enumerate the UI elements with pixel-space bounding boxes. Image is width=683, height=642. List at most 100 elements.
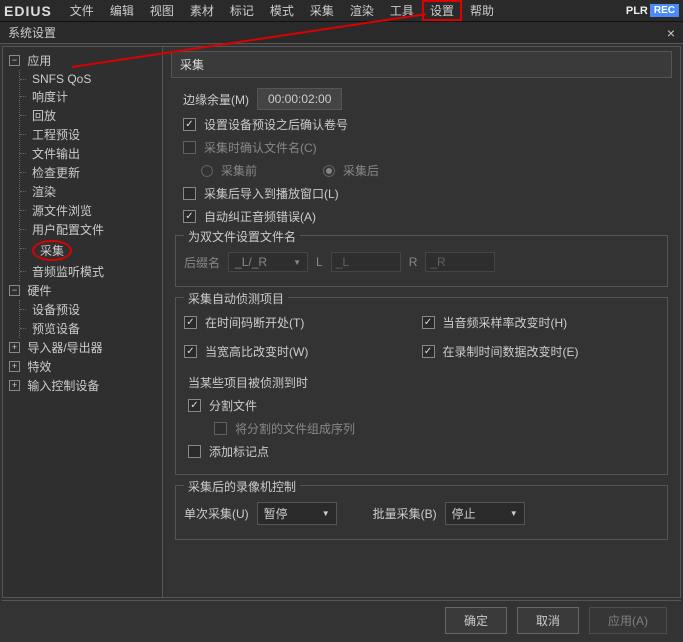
settings-panel: 采集 边缘余量(M) 00:00:02:00 设置设备预设之后确认卷号 采集时确… bbox=[163, 47, 680, 597]
batch-label: 批量采集(B) bbox=[373, 505, 437, 522]
suffix-dropdown[interactable]: _L/_R ▼ bbox=[228, 252, 308, 272]
menu-file[interactable]: 文件 bbox=[62, 0, 102, 21]
chk-rec-data[interactable] bbox=[422, 345, 435, 358]
batch-dropdown[interactable]: 停止 ▼ bbox=[445, 502, 525, 525]
tree-loudness[interactable]: 响度计 bbox=[28, 87, 160, 106]
when-detect-label: 当某些项目被侦测到时 bbox=[188, 374, 308, 391]
plr-indicator: PLR REC bbox=[626, 4, 679, 17]
confirm-fname-row: 采集时确认文件名(C) bbox=[183, 139, 672, 156]
chk-confirm-reel-label: 设置设备预设之后确认卷号 bbox=[204, 116, 348, 133]
radio-before-label: 采集前 bbox=[221, 162, 257, 179]
margin-label: 边缘余量(M) bbox=[183, 91, 249, 108]
chk-auto-audio-label: 自动纠正音频错误(A) bbox=[204, 208, 316, 225]
confirm-reel-row: 设置设备预设之后确认卷号 bbox=[183, 116, 672, 133]
rec-badge: REC bbox=[650, 4, 679, 17]
radio-before[interactable] bbox=[201, 165, 213, 177]
tree-project-preset[interactable]: 工程预设 bbox=[28, 125, 160, 144]
tree-snfs[interactable]: SNFS QoS bbox=[28, 70, 160, 87]
menu-capture[interactable]: 采集 bbox=[302, 0, 342, 21]
chk-import-play[interactable] bbox=[183, 187, 196, 200]
chk-confirm-fname-label: 采集时确认文件名(C) bbox=[204, 139, 317, 156]
radio-after-label: 采集后 bbox=[343, 162, 379, 179]
R-label: R bbox=[409, 255, 418, 269]
tree-preview-device[interactable]: 预览设备 bbox=[28, 319, 160, 338]
expand-icon[interactable]: + bbox=[9, 361, 20, 372]
tree-input-device[interactable]: + 输入控制设备 bbox=[5, 376, 160, 395]
chk-aspect[interactable] bbox=[184, 345, 197, 358]
menu-help[interactable]: 帮助 bbox=[462, 0, 502, 21]
chevron-down-icon: ▼ bbox=[510, 509, 518, 518]
single-dropdown[interactable]: 暂停 ▼ bbox=[257, 502, 337, 525]
expand-icon[interactable]: + bbox=[9, 380, 20, 391]
radio-after[interactable] bbox=[323, 165, 335, 177]
radio-row: 采集前 采集后 bbox=[201, 162, 672, 179]
app-brand: EDIUS bbox=[4, 3, 52, 19]
ok-button[interactable]: 确定 bbox=[445, 607, 507, 634]
tree-hw-children: 设备预设 预览设备 bbox=[19, 300, 160, 338]
suffix-label: 后缀名 bbox=[184, 254, 220, 271]
apply-button[interactable]: 应用(A) bbox=[589, 607, 667, 634]
suffix-row: 后缀名 _L/_R ▼ L _L R _R bbox=[184, 252, 659, 272]
vcr-label: 采集后的录像机控制 bbox=[184, 478, 300, 495]
detect-label: 采集自动侦测项目 bbox=[184, 290, 288, 307]
menu-edit[interactable]: 编辑 bbox=[102, 0, 142, 21]
dialog-footer: 确定 取消 应用(A) bbox=[2, 600, 681, 640]
L-field[interactable]: _L bbox=[331, 252, 401, 272]
vcr-group: 采集后的录像机控制 单次采集(U) 暂停 ▼ 批量采集(B) 停止 ▼ bbox=[175, 485, 668, 540]
margin-row: 边缘余量(M) 00:00:02:00 bbox=[183, 88, 672, 110]
dual-file-group: 为双文件设置文件名 后缀名 _L/_R ▼ L _L R _R bbox=[175, 235, 668, 287]
menu-settings[interactable]: 设置 bbox=[422, 0, 462, 21]
chk-sample[interactable] bbox=[422, 316, 435, 329]
tree-render[interactable]: 渲染 bbox=[28, 182, 160, 201]
collapse-icon[interactable]: − bbox=[9, 285, 20, 296]
menu-render[interactable]: 渲染 bbox=[342, 0, 382, 21]
dual-file-label: 为双文件设置文件名 bbox=[184, 228, 300, 245]
auto-audio-row: 自动纠正音频错误(A) bbox=[183, 208, 672, 225]
menu-mode[interactable]: 模式 bbox=[262, 0, 302, 21]
menu-marker[interactable]: 标记 bbox=[222, 0, 262, 21]
collapse-icon[interactable]: − bbox=[9, 55, 20, 66]
plr-label: PLR bbox=[626, 5, 648, 17]
main-area: − 应用 SNFS QoS 响度计 回放 工程预设 文件输出 检查更新 渲染 源… bbox=[2, 46, 681, 598]
detect-group: 采集自动侦测项目 在时间码断开处(T) 当音频采样率改变时(H) 当宽高比改变时… bbox=[175, 297, 668, 475]
tree-user-profile[interactable]: 用户配置文件 bbox=[28, 220, 160, 239]
tree-app-label: 应用 bbox=[27, 54, 51, 68]
active-highlight: 采集 bbox=[32, 240, 72, 261]
R-field[interactable]: _R bbox=[425, 252, 495, 272]
tree-app-children: SNFS QoS 响度计 回放 工程预设 文件输出 检查更新 渲染 源文件浏览 … bbox=[19, 70, 160, 281]
tree-fx[interactable]: + 特效 bbox=[5, 357, 160, 376]
single-label: 单次采集(U) bbox=[184, 505, 249, 522]
tree-source-browse[interactable]: 源文件浏览 bbox=[28, 201, 160, 220]
tree-audio-mon[interactable]: 音频监听模式 bbox=[28, 262, 160, 281]
tree-playback[interactable]: 回放 bbox=[28, 106, 160, 125]
menu-clip[interactable]: 素材 bbox=[182, 0, 222, 21]
chk-confirm-reel[interactable] bbox=[183, 118, 196, 131]
margin-field[interactable]: 00:00:02:00 bbox=[257, 88, 342, 110]
settings-tree: − 应用 SNFS QoS 响度计 回放 工程预设 文件输出 检查更新 渲染 源… bbox=[3, 47, 163, 597]
chevron-down-icon: ▼ bbox=[293, 258, 301, 267]
tree-device-preset[interactable]: 设备预设 bbox=[28, 300, 160, 319]
close-icon[interactable]: × bbox=[667, 25, 675, 41]
tree-hw[interactable]: − 硬件 bbox=[5, 281, 160, 300]
chk-marker[interactable] bbox=[188, 445, 201, 458]
chevron-down-icon: ▼ bbox=[322, 509, 330, 518]
tree-app[interactable]: − 应用 bbox=[5, 51, 160, 70]
tree-file-export[interactable]: 文件输出 bbox=[28, 144, 160, 163]
tree-check-update[interactable]: 检查更新 bbox=[28, 163, 160, 182]
tree-io[interactable]: + 导入器/导出器 bbox=[5, 338, 160, 357]
chk-import-play-label: 采集后导入到播放窗口(L) bbox=[204, 185, 339, 202]
tree-capture[interactable]: 采集 bbox=[28, 239, 160, 262]
cancel-button[interactable]: 取消 bbox=[517, 607, 579, 634]
import-play-row: 采集后导入到播放窗口(L) bbox=[183, 185, 672, 202]
menu-bar: EDIUS 文件 编辑 视图 素材 标记 模式 采集 渲染 工具 设置 帮助 P… bbox=[0, 0, 683, 22]
chk-split[interactable] bbox=[188, 399, 201, 412]
chk-auto-audio[interactable] bbox=[183, 210, 196, 223]
chk-tc-break[interactable] bbox=[184, 316, 197, 329]
window-title: 系统设置 bbox=[8, 24, 56, 41]
panel-title: 采集 bbox=[171, 51, 672, 78]
expand-icon[interactable]: + bbox=[9, 342, 20, 353]
chk-seq[interactable] bbox=[214, 422, 227, 435]
chk-confirm-fname[interactable] bbox=[183, 141, 196, 154]
menu-view[interactable]: 视图 bbox=[142, 0, 182, 21]
vcr-row: 单次采集(U) 暂停 ▼ 批量采集(B) 停止 ▼ bbox=[184, 502, 659, 525]
